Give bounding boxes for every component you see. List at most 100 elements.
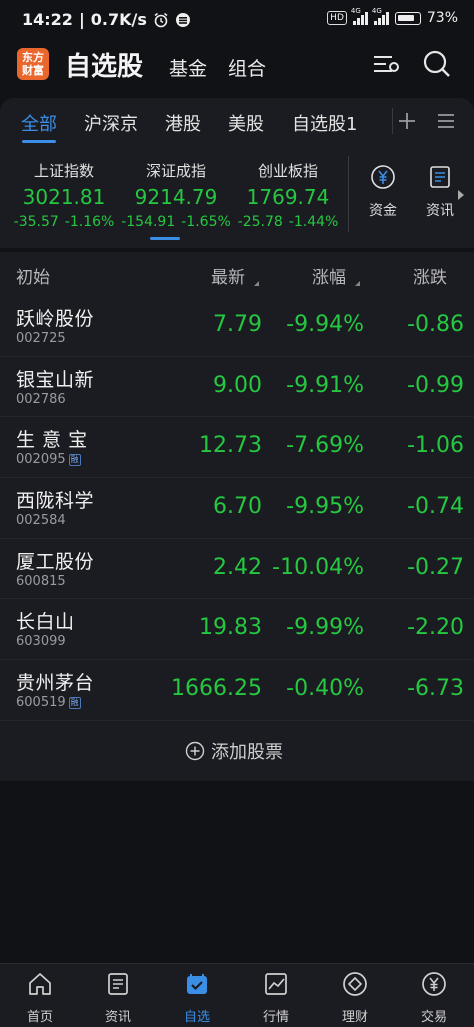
stock-price: 9.00 [213,372,262,398]
index-changes: -35.57 -1.16% [5,214,123,230]
table-row[interactable]: 厦工股份 600815 2.42 -10.04% -0.27 [0,538,474,600]
index-change: -25.78 [237,214,283,230]
index-change: -35.57 [13,214,59,230]
nav-wealth[interactable]: 理财 [325,970,385,1025]
stock-code: 002584 [16,513,66,529]
column-change[interactable]: 涨跌 [413,263,447,288]
status-divider: | [78,10,85,29]
tab-divider [392,108,393,134]
index-change: -154.91 [121,214,176,230]
stock-name: 西陇科学 [16,490,95,513]
yen-circle-icon [371,165,395,189]
settings-list-icon[interactable] [370,48,402,80]
stock-pct: -9.91% [286,372,364,398]
table-row[interactable]: 贵州茅台 600519 融 1666.25 -0.40% -6.73 [0,660,474,721]
index-shenzhen[interactable]: 深证成指 9214.79 -154.91 -1.65% [117,160,235,230]
portfolio-link[interactable]: 组合 [228,54,266,81]
index-changes: -25.78 -1.44% [229,214,347,230]
news-icon [108,973,128,995]
tab-hk[interactable]: 港股 [165,110,201,136]
tab-all[interactable]: 全部 [21,110,57,136]
stock-change: -0.27 [407,554,464,580]
app-notify-icon [175,12,190,27]
index-pct: -1.16% [64,214,115,230]
column-pct[interactable]: 涨幅 [312,263,346,288]
index-strip: 上证指数 3021.81 -35.57 -1.16% 深证成指 9214.79 -… [0,148,474,248]
category-tabs: 全部 沪深京 港股 美股 自选股1 [0,98,474,148]
stock-pct: -10.04% [272,554,364,580]
nav-watchlist[interactable]: 自选 [167,970,227,1025]
nav-label: 理财 [341,1010,368,1025]
stock-price: 19.83 [199,615,262,641]
table-row[interactable]: 西陇科学 002584 6.70 -9.95% -0.74 [0,478,474,539]
signal-net-label-2: 4G [371,7,382,15]
column-initial[interactable]: 初始 [16,263,50,288]
nav-label: 资讯 [104,1010,131,1025]
stock-name: 厦工股份 [16,550,95,573]
page-title: 自选股 [65,52,144,82]
stock-change: -1.06 [407,433,464,459]
battery-icon [394,11,421,25]
stock-code-wrap: 002095 融 [16,452,81,467]
document-icon [430,166,450,188]
stock-code: 603099 [16,634,66,650]
add-stock-button[interactable]: 添加股票 [185,738,283,764]
search-icon[interactable] [421,48,453,80]
app-header: 东方 财富 自选股 基金 组合 [0,40,474,88]
capital-flow-button[interactable]: 资金 [358,164,408,220]
stock-change: -0.74 [407,494,464,520]
stock-list: 跃岭股份 002725 7.79 -9.94% -0.86 银宝山新 00278… [0,296,474,721]
stock-name: 贵州茅台 [16,672,95,695]
index-pct: -1.44% [288,214,339,230]
nav-home[interactable]: 首页 [10,970,70,1025]
quick-label: 资金 [369,203,397,219]
stock-pct: -9.99% [286,615,364,641]
index-pct: -1.65% [181,214,231,230]
page-indicator [150,237,180,240]
stock-name: 生 意 宝 [16,429,88,452]
app-logo[interactable]: 东方 财富 [17,48,49,80]
sort-indicator-icon [355,281,360,286]
stock-code: 600815 [16,573,66,589]
nav-trade[interactable]: 交易 [404,970,464,1025]
nav-news[interactable]: 资讯 [88,970,148,1025]
status-bar: 14:22 | 0.7K/s HD 4G 4G 73% [0,0,474,40]
table-row[interactable]: 跃岭股份 002725 7.79 -9.94% -0.86 [0,296,474,357]
index-value: 9214.79 [134,185,218,209]
index-name: 深证成指 [145,162,206,180]
quick-label: 资讯 [426,203,454,219]
index-name: 上证指数 [33,162,94,180]
index-shanghai[interactable]: 上证指数 3021.81 -35.57 -1.16% [5,160,123,230]
column-latest[interactable]: 最新 [211,263,245,288]
stock-price: 7.79 [213,312,262,337]
chart-icon [265,973,287,995]
tab-shanghai-shenzhen[interactable]: 沪深京 [84,110,138,136]
stock-change: -2.20 [407,615,464,641]
table-row[interactable]: 长白山 603099 19.83 -9.99% -2.20 [0,599,474,661]
plus-circle-icon [185,741,205,761]
stock-code-wrap: 600519 融 [16,695,81,710]
index-chinext[interactable]: 创业板指 1769.74 -25.78 -1.44% [229,160,347,230]
tab-custom-1[interactable]: 自选股1 [292,110,357,136]
index-divider [348,156,349,232]
margin-badge: 融 [68,453,81,466]
status-left: 14:22 | 0.7K/s [22,10,191,29]
stock-price: 2.42 [213,554,262,580]
table-row[interactable]: 银宝山新 002786 9.00 -9.91% -0.99 [0,356,474,418]
stock-code-wrap: 600815 [16,574,66,589]
logo-line-1: 东方 [22,51,44,64]
table-header: 初始 最新 涨幅 涨跌 [0,252,474,296]
add-group-icon[interactable] [396,110,418,132]
bottom-nav: 首页 资讯 自选 行情 理财 交易 [0,963,474,1027]
fund-link[interactable]: 基金 [169,54,207,81]
yen-icon [422,972,446,996]
nav-market[interactable]: 行情 [246,970,306,1025]
menu-icon[interactable] [436,111,456,131]
table-row[interactable]: 生 意 宝 002095 融 12.73 -7.69% -1.06 [0,417,474,479]
stock-code: 002786 [16,391,66,407]
status-time: 14:22 [22,10,73,29]
active-tab-indicator [22,140,56,143]
logo-line-2: 财富 [22,64,44,77]
tab-us[interactable]: 美股 [228,110,264,136]
more-arrow-icon[interactable] [458,190,464,200]
